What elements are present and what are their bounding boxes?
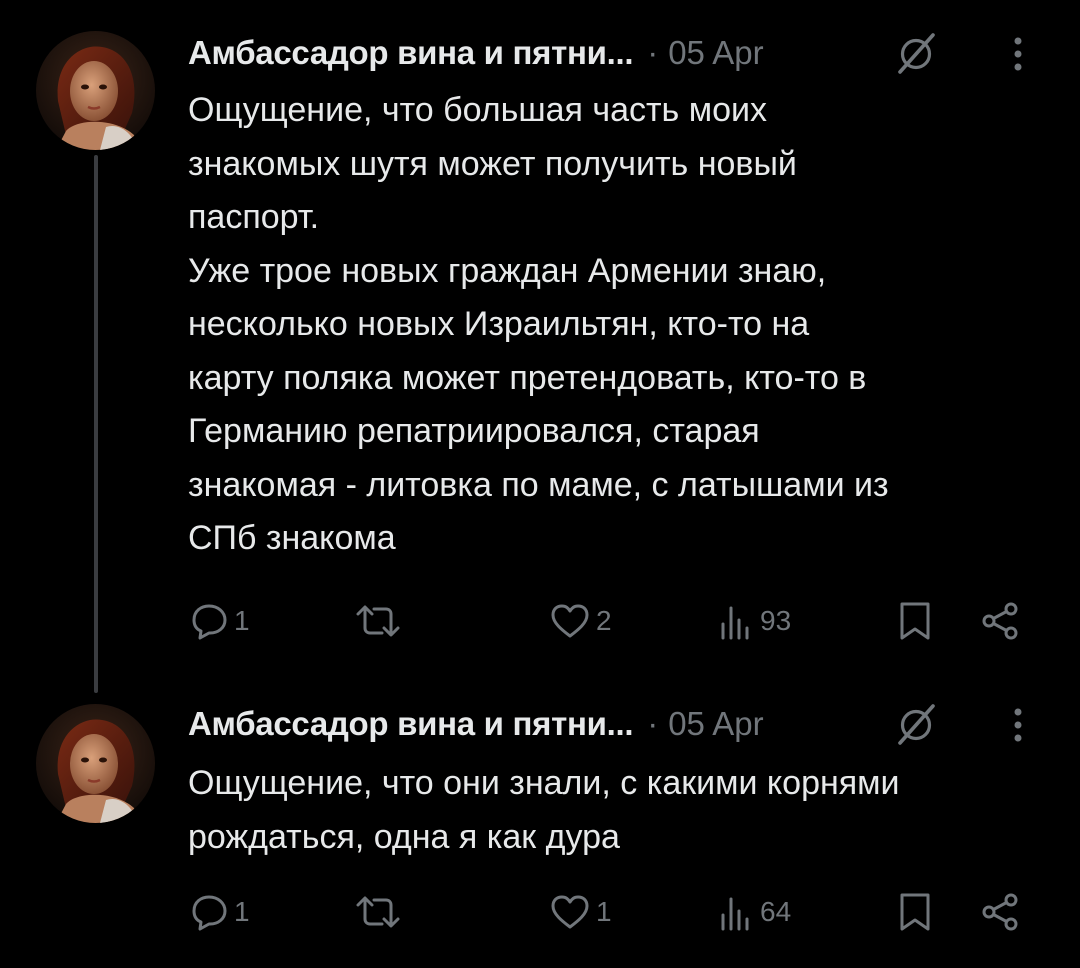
share-nodes-icon — [982, 602, 1018, 640]
reply-count: 1 — [234, 605, 250, 636]
action-bar: 1 2 93 — [188, 596, 1038, 646]
share-button[interactable] — [978, 596, 1022, 646]
post-date[interactable]: 05 Apr — [668, 34, 763, 72]
speech-bubble-icon — [192, 604, 227, 640]
separator-dot: · — [647, 34, 659, 71]
views-button[interactable]: 64 — [716, 887, 791, 937]
speech-bubble-icon — [192, 895, 227, 931]
avatar-photo — [36, 704, 155, 823]
grok-slash-icon[interactable] — [893, 30, 939, 76]
post[interactable]: Амбассадор вина и пятни... · 05 Apr Ощущ… — [0, 690, 1080, 968]
reply-button[interactable]: 1 — [188, 596, 250, 646]
post-date[interactable]: 05 Apr — [668, 705, 763, 743]
bar-chart-icon — [721, 897, 749, 931]
post-text: Ощущение, что они знали, с какими корням… — [188, 764, 900, 856]
author-name[interactable]: Амбассадор вина и пятни... — [188, 705, 634, 743]
bookmark-icon — [900, 602, 930, 640]
avatar-photo — [36, 31, 155, 150]
post-header: Амбассадор вина и пятни... · 05 Apr — [188, 699, 1058, 749]
bar-chart-icon — [721, 606, 749, 640]
reply-count: 1 — [234, 896, 250, 927]
like-count: 1 — [596, 896, 612, 927]
repost-arrows-icon — [356, 896, 400, 928]
heart-icon — [551, 604, 589, 638]
post[interactable]: Амбассадор вина и пятни... · 05 Apr Ощущ… — [0, 0, 1080, 693]
thread-line — [94, 155, 98, 693]
share-nodes-icon — [982, 893, 1018, 931]
avatar[interactable] — [36, 704, 155, 823]
heart-icon — [551, 895, 589, 929]
repost-button[interactable] — [354, 887, 402, 937]
action-bar: 1 1 64 — [188, 887, 1038, 937]
view-count: 64 — [760, 896, 792, 927]
avatar[interactable] — [36, 31, 155, 150]
share-button[interactable] — [978, 887, 1022, 937]
bookmark-button[interactable] — [896, 887, 934, 937]
grok-slash-icon[interactable] — [893, 701, 939, 747]
post-text: Ощущение, что большая часть моих знакомы… — [188, 91, 889, 557]
view-count: 93 — [760, 605, 792, 636]
bookmark-icon — [900, 893, 930, 931]
views-button[interactable]: 93 — [716, 596, 791, 646]
post-header: Амбассадор вина и пятни... · 05 Apr — [188, 28, 1058, 78]
vertical-dots-icon[interactable] — [1003, 703, 1033, 747]
reply-button[interactable]: 1 — [188, 887, 250, 937]
like-button[interactable]: 2 — [548, 596, 612, 646]
vertical-dots-icon[interactable] — [1003, 32, 1033, 76]
separator-dot: · — [647, 705, 659, 742]
like-count: 2 — [596, 605, 612, 636]
author-name[interactable]: Амбассадор вина и пятни... — [188, 34, 634, 72]
bookmark-button[interactable] — [896, 596, 934, 646]
repost-arrows-icon — [356, 605, 400, 637]
like-button[interactable]: 1 — [548, 887, 612, 937]
repost-button[interactable] — [354, 596, 402, 646]
